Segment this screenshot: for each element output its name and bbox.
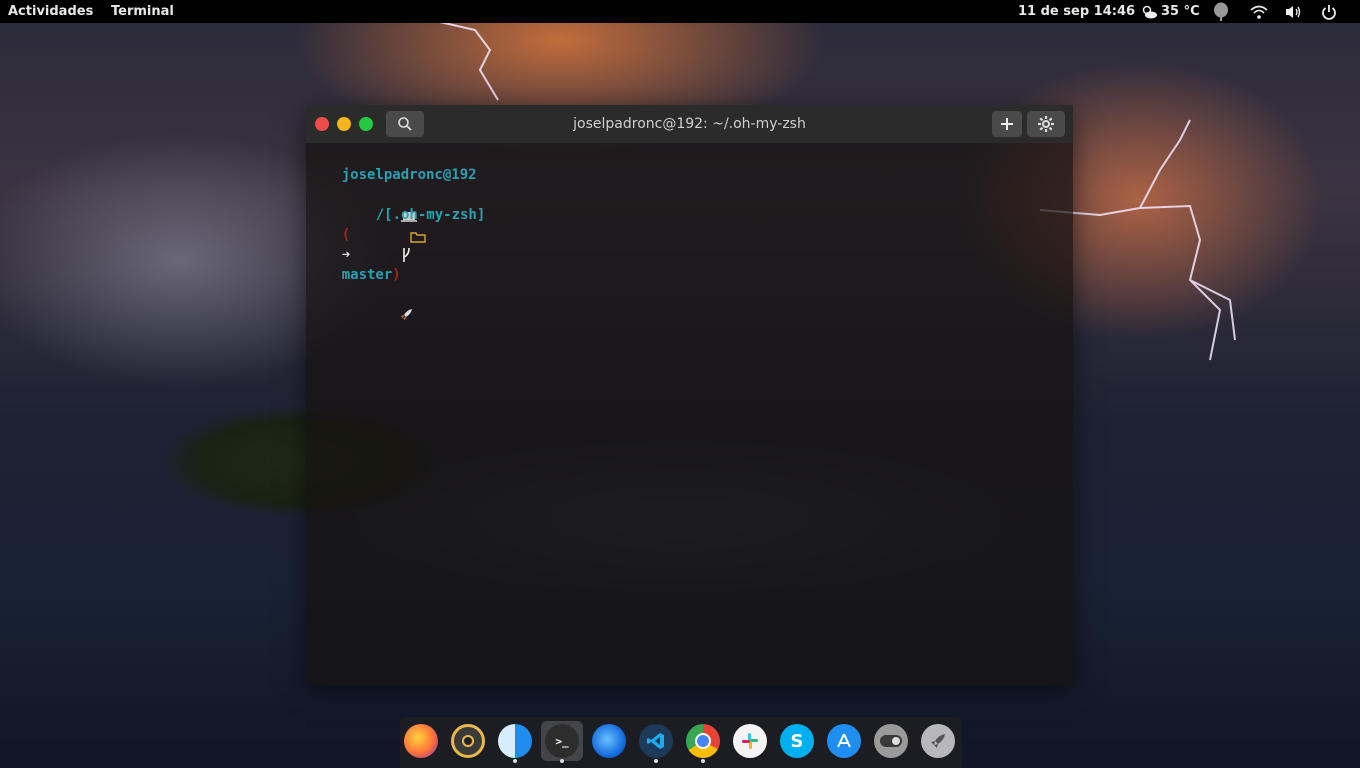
running-indicator [513,759,517,763]
gear-icon [1038,116,1054,132]
search-button[interactable] [386,111,424,137]
maximize-button[interactable] [359,117,373,131]
volume-icon[interactable] [1284,3,1302,21]
prompt-user-host: joselpadronc@192 [341,167,477,183]
firefox-icon[interactable] [404,724,438,758]
power-icon[interactable] [1320,3,1338,21]
running-indicator [654,759,658,763]
git-branch-icon [350,227,410,262]
shell-prompt[interactable]: joselpadronc@192 /[.oh-my-zsh] ( ➜ maste… [308,145,485,320]
top-bar: Actividades Terminal 11 de sep 14:46 35 … [0,0,1360,23]
prompt-branch: master [341,267,393,283]
activities-button[interactable]: Actividades [8,0,93,23]
finder-icon[interactable] [498,724,532,758]
clock[interactable]: 11 de sep 14:46 [1018,0,1135,23]
thunderbird-icon[interactable] [592,724,626,758]
rhythmbox-icon[interactable] [451,724,485,758]
chrome-icon[interactable] [686,724,720,758]
laptop-icon [350,189,418,222]
vscode-icon[interactable] [639,724,673,758]
search-icon [398,117,412,131]
app-store-icon[interactable] [827,724,861,758]
prompt-dir-close: ] [476,207,486,223]
terminal-window[interactable]: joselpadronc@192: ~/.oh-my-zsh joselpadr… [306,105,1073,685]
terminal-header[interactable]: joselpadronc@192: ~/.oh-my-zsh [306,105,1073,143]
settings-button[interactable] [1027,111,1065,137]
launchpad-icon[interactable] [921,724,955,758]
prompt-dir-open: /[ [375,207,393,223]
close-button[interactable] [315,117,329,131]
prompt-git-open: ( [341,227,351,243]
temperature[interactable]: 35 °C [1161,0,1200,23]
terminal-icon[interactable]: >_ [545,724,579,758]
weather-icon[interactable] [1140,3,1158,21]
slack-icon[interactable] [733,724,767,758]
tweaks-icon[interactable] [874,724,908,758]
skype-icon[interactable]: S [780,724,814,758]
running-indicator [560,759,564,763]
prompt-git-close: ) [392,267,401,283]
notification-icon[interactable] [1212,2,1230,21]
wifi-icon[interactable] [1250,3,1268,21]
new-tab-button[interactable] [992,111,1022,137]
minimize-button[interactable] [337,117,351,131]
prompt-directory: .oh-my-zsh [392,207,477,223]
folder-icon [360,209,426,243]
dock: >_ S [400,717,962,768]
rocket-icon [348,287,413,320]
prompt-arrow: ➜ [341,247,351,263]
plus-icon [1001,118,1013,130]
app-menu[interactable]: Terminal [111,0,174,23]
running-indicator [701,759,705,763]
